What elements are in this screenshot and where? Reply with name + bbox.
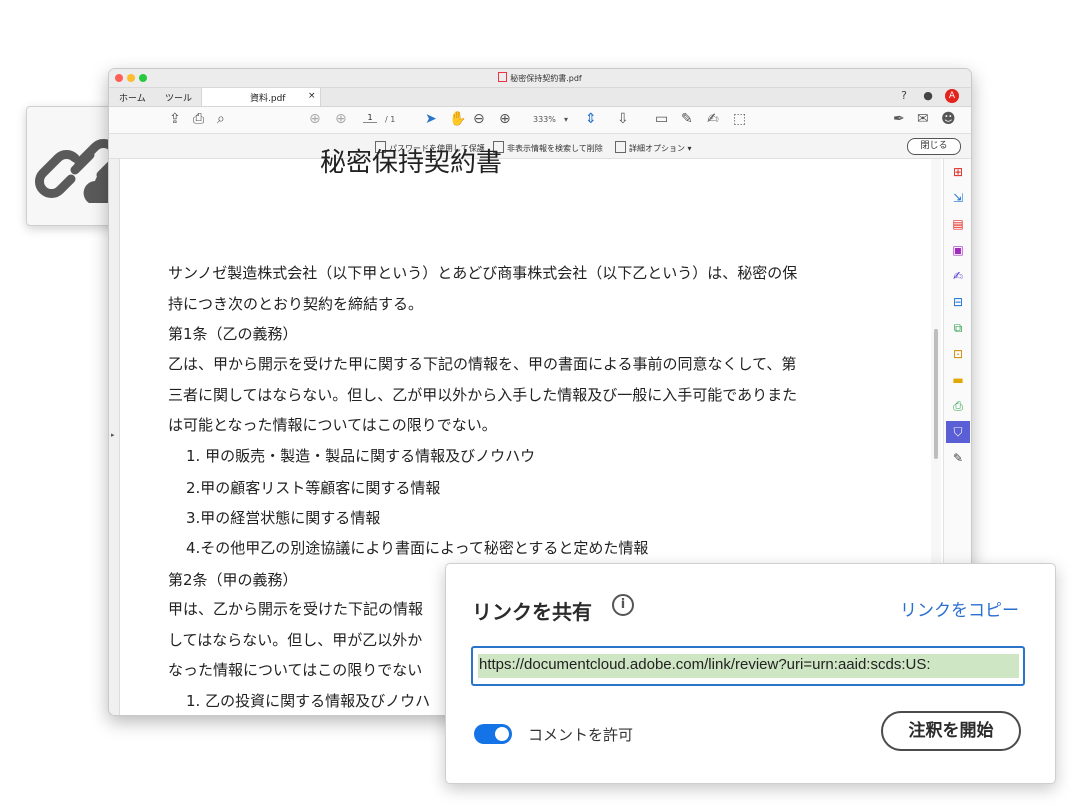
chevron-right-icon: ▸: [111, 431, 115, 439]
print-production-icon[interactable]: ⎙: [951, 399, 965, 413]
doc-line: してはならない。但し、甲が乙以外か: [168, 631, 423, 649]
doc-line: は可能となった情報についてはこの限りでない。: [168, 416, 497, 434]
export-pdf-icon[interactable]: ⇲: [951, 191, 965, 205]
organize-pages-icon[interactable]: ▤: [951, 217, 965, 231]
zoom-out-icon[interactable]: ⌕: [217, 111, 225, 127]
doc-line: 1. 乙の投資に関する情報及びノウハ: [186, 692, 431, 710]
doc-line: 2.甲の顧客リスト等顧客に関する情報: [186, 479, 441, 497]
copy-link-button[interactable]: リンクをコピー: [900, 596, 1019, 621]
adobe-account-icon[interactable]: A: [945, 89, 959, 103]
bell-icon[interactable]: ●: [921, 89, 935, 103]
tab-close-icon[interactable]: ×: [308, 91, 316, 101]
zoom-level[interactable]: 333%: [533, 115, 556, 124]
close-protect-button[interactable]: 閉じる: [907, 138, 961, 155]
doc-line: サンノゼ製造株式会社（以下甲という）とあどび商事株式会社（以下乙という）は、秘密…: [168, 264, 798, 282]
scan-icon[interactable]: ⊟: [951, 295, 965, 309]
draw-icon[interactable]: ✍: [707, 111, 719, 127]
prev-page-icon[interactable]: ⊕: [309, 111, 321, 127]
protect-toolbar: パスワードを使用して保護 非表示情報を検索して削除 詳細オプション ▾ 閉じる: [109, 134, 971, 159]
page-number-input[interactable]: 1: [363, 113, 377, 123]
allow-comments-label: コメントを許可: [528, 726, 634, 744]
scrollbar-thumb[interactable]: [934, 329, 938, 459]
compress-icon[interactable]: ⧉: [951, 321, 965, 335]
doc-line: 1. 甲の販売・製造・製品に関する情報及びノウハウ: [186, 447, 536, 465]
highlight-pen-icon[interactable]: ✎: [681, 111, 693, 127]
upload-icon[interactable]: ⇪: [169, 111, 181, 127]
more-tools-icon[interactable]: ✎: [951, 451, 965, 465]
share-user-icon[interactable]: ☻: [941, 111, 956, 127]
print-icon[interactable]: ⎙: [193, 111, 204, 127]
more-options-button[interactable]: 詳細オプション ▾: [615, 141, 692, 154]
doc-line: 甲は、乙から開示を受けた下記の情報: [168, 600, 424, 618]
stamp-icon[interactable]: ⬚: [733, 111, 746, 127]
doc-line: 第1条（乙の義務）: [168, 325, 298, 343]
tab-document-label: 資料.pdf: [250, 94, 286, 104]
next-page-icon[interactable]: ⊕: [335, 111, 347, 127]
allow-comments-toggle[interactable]: [474, 724, 512, 744]
hand-icon[interactable]: ✋: [449, 111, 466, 127]
comment-tool-icon[interactable]: ▬: [951, 373, 965, 387]
tab-bar: ホーム ツール 資料.pdf × ? ● A: [109, 88, 971, 107]
start-review-button[interactable]: 注釈を開始: [881, 711, 1021, 751]
options-icon: [615, 141, 626, 153]
fill-sign-icon[interactable]: ✍: [951, 269, 965, 283]
main-toolbar: ⇪ ⎙ ⌕ ⊕ ⊕ 1 / 1 ➤ ✋ ⊖ ⊕ 333% ▾ ⇕ ⇩ ▭ ✎ ✍…: [109, 107, 971, 134]
send-review-icon[interactable]: ⊡: [951, 347, 965, 361]
share-link-dialog: リンクを共有 i リンクをコピー https://documentcloud.a…: [445, 563, 1056, 784]
select-arrow-icon[interactable]: ➤: [425, 111, 437, 127]
tab-tools[interactable]: ツール: [165, 91, 192, 104]
toggle-knob: [495, 727, 509, 741]
create-pdf-icon[interactable]: ⊞: [951, 165, 965, 179]
doc-line: 三者に関してはならない。但し、乙が甲以外から入手した情報及び一般に入手可能であり…: [168, 386, 798, 404]
doc-line: 3.甲の経営状態に関する情報: [186, 509, 381, 527]
doc-line: 第2条（甲の義務）: [168, 571, 298, 589]
fit-page-icon[interactable]: ⇕: [585, 111, 597, 127]
info-icon[interactable]: i: [612, 594, 634, 616]
chevron-down-icon[interactable]: ▾: [564, 115, 568, 124]
document-title: 秘密保持契約書: [320, 148, 503, 178]
redact-button[interactable]: 非表示情報を検索して削除: [493, 141, 603, 154]
tab-home[interactable]: ホーム: [119, 91, 146, 104]
doc-line: 乙は、甲から開示を受けた甲に関する下記の情報を、甲の書面による事前の同意なくして…: [168, 355, 797, 373]
zoom-plus-icon[interactable]: ⊕: [499, 111, 511, 127]
help-icon[interactable]: ?: [897, 89, 911, 103]
doc-line: なった情報についてはこの限りでない: [168, 661, 423, 679]
zoom-minus-icon[interactable]: ⊖: [473, 111, 485, 127]
share-url-value: https://documentcloud.adobe.com/link/rev…: [479, 656, 931, 673]
edit-pdf-icon[interactable]: ▣: [951, 243, 965, 257]
window-title: 秘密保持契約書.pdf: [109, 72, 971, 84]
pdf-file-icon: [498, 72, 508, 82]
tab-document[interactable]: 資料.pdf ×: [201, 88, 321, 106]
scroll-mode-icon[interactable]: ⇩: [617, 111, 629, 127]
share-url-field[interactable]: https://documentcloud.adobe.com/link/rev…: [471, 646, 1025, 686]
share-dialog-title: リンクを共有: [472, 600, 592, 624]
doc-line: 4.その他甲乙の別途協議により書面によって秘密とすると定めた情報: [186, 539, 649, 557]
page-total: / 1: [385, 115, 396, 124]
doc-line: 持につき次のとおり契約を締結する。: [168, 295, 424, 313]
left-panel-toggle[interactable]: ▸: [109, 159, 120, 715]
title-bar: 秘密保持契約書.pdf: [109, 69, 971, 88]
protect-shield-icon[interactable]: ⛉: [946, 421, 970, 443]
comment-icon[interactable]: ▭: [655, 111, 668, 127]
email-icon[interactable]: ✉: [917, 111, 929, 127]
sign-icon[interactable]: ✒: [893, 111, 905, 127]
